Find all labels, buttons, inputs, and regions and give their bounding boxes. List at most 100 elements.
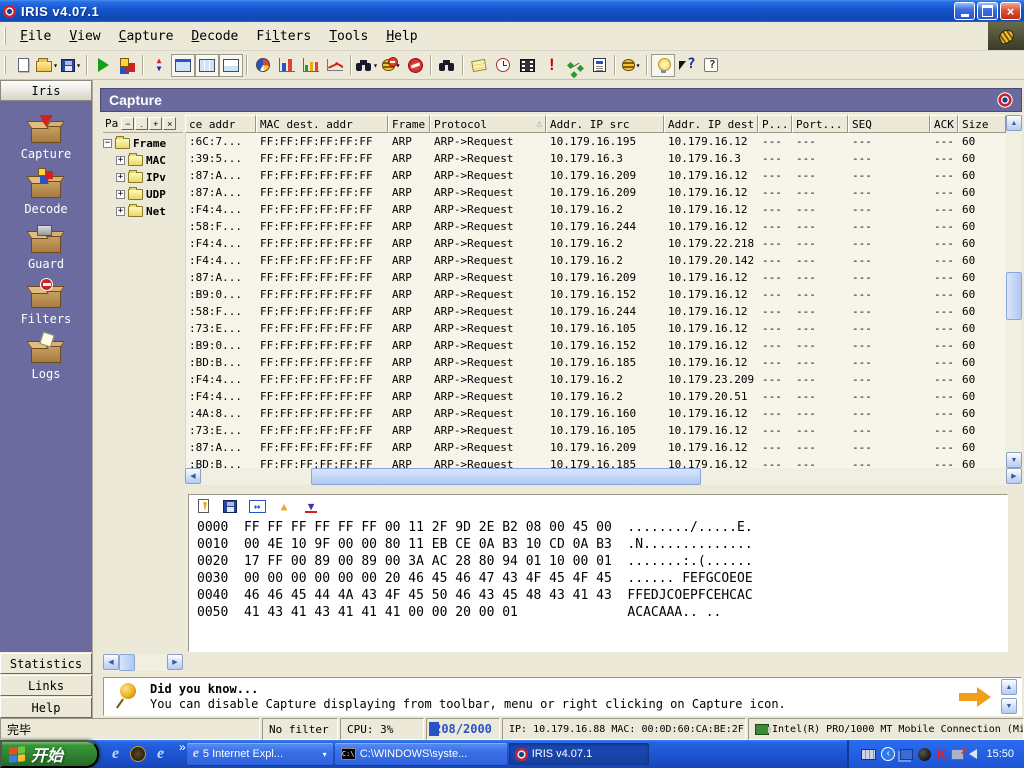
start-button[interactable]: 开始 [0,740,99,768]
keyboard-tray-icon[interactable] [861,748,877,760]
column-header-frame[interactable]: Frame [388,115,430,133]
tree-item-ipv[interactable]: + IPv [103,169,183,186]
network-tray-icon[interactable] [900,748,914,760]
grid-horizontal-scrollbar[interactable]: ◀ ▶ [185,468,1022,485]
export-hex-button[interactable] [194,497,212,515]
quick-launch-overflow[interactable]: » [179,740,186,768]
column-header-ack[interactable]: ACK [930,115,958,133]
internet-explorer-2-icon[interactable]: e [152,745,169,763]
task-group-arrow-icon[interactable]: ▾ [323,750,327,759]
taskbar-task-iris-v4-07-1[interactable]: IRIS v4.07.1 [508,743,649,765]
sidebar-item-decode[interactable]: Decode [0,168,92,216]
tree-item-udp[interactable]: + UDP [103,186,183,203]
scroll-up-icon[interactable]: ▲ [1006,115,1022,131]
volume-tray-icon[interactable] [969,749,978,759]
tree-close-button[interactable]: × [163,117,177,130]
table-row[interactable]: :F4:4... FF:FF:FF:FF:FF:FF ARP ARP->Request… [186,388,1006,405]
stop-button[interactable] [403,54,427,77]
table-row[interactable]: :39:5... FF:FF:FF:FF:FF:FF ARP ARP->Request… [186,150,1006,167]
tree-dot-button[interactable]: . [135,117,149,130]
next-packet-button[interactable] [302,497,320,515]
dropdown-arrow-icon[interactable]: ▾ [53,61,58,70]
hex-line[interactable]: 0030 00 00 00 00 00 00 20 46 45 46 47 43 … [197,570,999,587]
hex-line[interactable]: 0010 00 4E 10 9F 00 00 80 11 EB CE 0A B3 … [197,536,999,553]
topology-button[interactable] [563,54,587,77]
table-row[interactable]: :58:F... FF:FF:FF:FF:FF:FF ARP ARP->Request… [186,218,1006,235]
menu-tools[interactable]: Tools [320,26,377,47]
fit-width-button[interactable] [248,497,266,515]
column-header-seq[interactable]: SEQ [848,115,930,133]
find-filter-button[interactable]: ▾ [355,54,379,77]
tree-horizontal-scrollbar[interactable]: ◀ ▶ [103,654,183,671]
tree-expand-icon[interactable]: + [116,190,125,199]
taskbar-task-c-windows-syste[interactable]: C:\ C:\WINDOWS\syste... [334,743,507,765]
dropdown-arrow-icon[interactable]: ▾ [373,61,378,70]
pie-chart-button[interactable] [251,54,275,77]
close-button[interactable]: × [1000,2,1021,20]
tree-collapse-icon[interactable]: − [103,139,112,148]
column-header-port[interactable]: Port... [792,115,848,133]
grid-vscroll-track[interactable] [1006,131,1022,452]
menu-decode[interactable]: Decode [182,26,247,47]
tip-down-icon[interactable]: ▼ [1001,698,1017,714]
sidebar-button-statistics[interactable]: Statistics [0,653,92,674]
table-row[interactable]: :B9:0... FF:FF:FF:FF:FF:FF ARP ARP->Request… [186,286,1006,303]
tip-lamp-button[interactable] [651,53,675,77]
iris-eye-icon[interactable] [997,92,1013,108]
language-tray-icon[interactable]: ‹ [881,747,896,761]
network-off-tray-icon[interactable] [951,744,967,760]
table-row[interactable]: :87:A... FF:FF:FF:FF:FF:FF ARP ARP->Request… [186,269,1006,286]
dropdown-arrow-icon[interactable]: ▾ [636,61,641,70]
tree-scroll-thumb[interactable] [119,654,135,671]
dropdown-arrow-icon[interactable]: ▾ [76,61,81,70]
view-hosts-button[interactable] [171,53,195,77]
sidebar-header-button[interactable]: Iris [0,80,92,101]
alert-button[interactable] [539,54,563,77]
scroll-right-icon[interactable]: ▶ [1006,468,1022,484]
table-row[interactable]: :73:E... FF:FF:FF:FF:FF:FF ARP ARP->Request… [186,422,1006,439]
tree-collapse-button[interactable]: − [121,117,135,130]
column-header-addr-ip-dest[interactable]: Addr. IP dest [664,115,758,133]
tree-item-net[interactable]: + Net [103,203,183,220]
view-packets-button[interactable] [195,53,219,77]
capture-toggle-button[interactable] [147,54,171,77]
scroll-left-icon[interactable]: ◀ [103,654,119,670]
toolbar-grip[interactable] [4,56,9,74]
open-file-button[interactable]: ▾ [35,54,59,77]
column-header-size[interactable]: Size [958,115,1006,133]
scroll-left-icon[interactable]: ◀ [185,468,201,484]
hex-line[interactable]: 0020 17 FF 00 89 00 89 00 3A AC 28 80 94 … [197,553,999,570]
table-row[interactable]: :F4:4... FF:FF:FF:FF:FF:FF ARP ARP->Request… [186,371,1006,388]
table-row[interactable]: :87:A... FF:FF:FF:FF:FF:FF ARP ARP->Request… [186,184,1006,201]
maximize-button[interactable] [977,2,998,20]
dark-app-icon[interactable] [130,746,146,762]
save-file-button[interactable]: ▾ [59,54,83,77]
capture-movie-button[interactable] [515,54,539,77]
hex-line[interactable]: 0000 FF FF FF FF FF FF 00 11 2F 9D 2E B2 … [197,519,999,536]
help-button[interactable] [699,54,723,77]
table-row[interactable]: :B9:0... FF:FF:FF:FF:FF:FF ARP ARP->Request… [186,337,1006,354]
table-row[interactable]: :BD:B... FF:FF:FF:FF:FF:FF ARP ARP->Request… [186,456,1006,468]
sidebar-button-links[interactable]: Links [0,675,92,696]
hex-line[interactable]: 0050 41 43 41 43 41 41 41 00 00 20 00 01 A… [197,604,999,621]
menubar-grip[interactable] [4,27,9,45]
next-tip-arrow-icon[interactable] [959,686,993,707]
agent-tray-icon[interactable] [918,747,932,761]
table-row[interactable]: :87:A... FF:FF:FF:FF:FF:FF ARP ARP->Request… [186,167,1006,184]
table-row[interactable]: :6C:7... FF:FF:FF:FF:FF:FF ARP ARP->Request… [186,133,1006,150]
minimize-button[interactable] [954,2,975,20]
save-file-button[interactable] [221,497,239,515]
column-header-mac-dest-addr[interactable]: MAC dest. addr [256,115,388,133]
table-row[interactable]: :F4:4... FF:FF:FF:FF:FF:FF ARP ARP->Request… [186,252,1006,269]
menu-view[interactable]: View [60,26,109,47]
bar-chart-button[interactable] [275,54,299,77]
decode-packets-button[interactable] [115,54,139,77]
internet-explorer-icon[interactable]: e [107,745,124,763]
column-chart-button[interactable] [299,54,323,77]
column-header-ce-addr[interactable]: ce addr [185,115,256,133]
table-row[interactable]: :F4:4... FF:FF:FF:FF:FF:FF ARP ARP->Request… [186,201,1006,218]
view-hex-button[interactable] [219,53,243,77]
report-button[interactable] [587,54,611,77]
menu-capture[interactable]: Capture [110,26,183,47]
hive-button[interactable]: ▾ [619,54,643,77]
